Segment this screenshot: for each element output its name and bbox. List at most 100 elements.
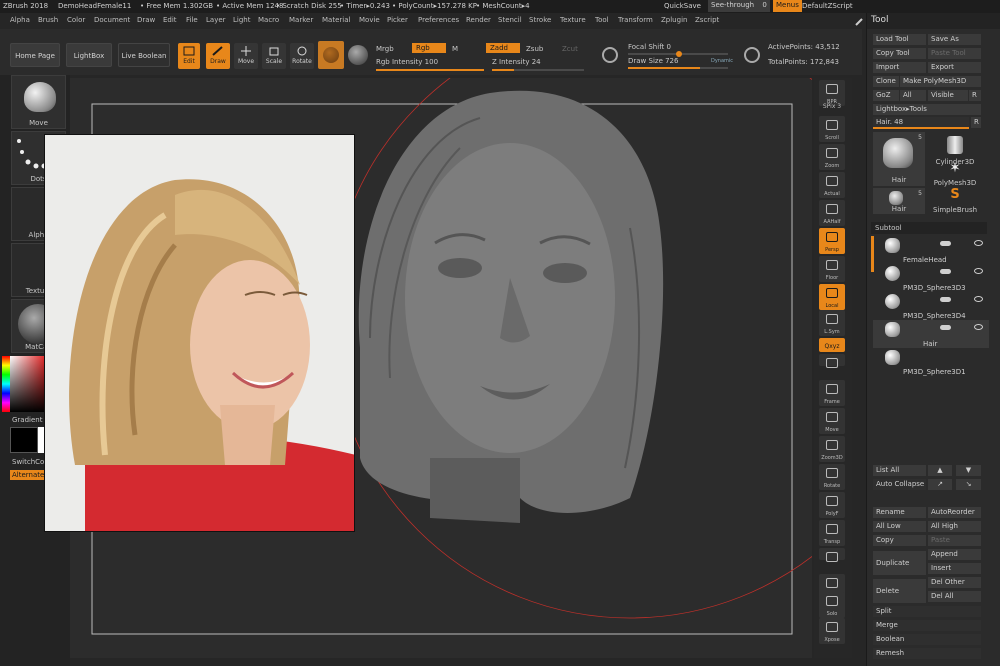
copy-subtool-button[interactable]: Copy	[873, 535, 926, 546]
subtool-toggle[interactable]	[940, 297, 951, 302]
boolean-button[interactable]: Boolean	[873, 634, 981, 645]
gradient-label[interactable]: Gradient	[12, 416, 42, 424]
shelf-rotate-button[interactable]: Rotate	[819, 464, 845, 490]
paste-tool-button[interactable]: Paste Tool	[928, 48, 981, 59]
shelf-qxyz-button[interactable]: Qxyz	[819, 338, 845, 352]
rotate-button[interactable]: Rotate	[290, 43, 314, 69]
lightbox-tools-button[interactable]: Lightbox▸Tools	[873, 104, 981, 115]
shelf-persp-button[interactable]: Persp	[819, 228, 845, 254]
subtool-toggle[interactable]	[940, 325, 951, 330]
tool-palette-header[interactable]: Tool	[855, 13, 1000, 29]
z-intensity-slider[interactable]: Z Intensity 24	[492, 58, 541, 66]
shelf-frame-button[interactable]: Frame	[819, 380, 845, 406]
hair-r-button[interactable]: R	[971, 117, 981, 128]
menu-tool[interactable]: Tool	[595, 16, 609, 24]
shelf-spix-button[interactable]: SPix 3	[819, 98, 845, 112]
tool-thumb-polymesh[interactable]: ✶ PolyMesh3D	[929, 161, 981, 187]
auto-collapse-button[interactable]: Auto Collapse	[873, 479, 926, 490]
move-up-button[interactable]: ▲	[928, 465, 952, 476]
subtool-sphere3d1[interactable]: PM3D_Sphere3D1	[873, 348, 989, 376]
del-all-button[interactable]: Del All	[928, 591, 981, 602]
mrgb-button[interactable]: Mrgb	[376, 45, 394, 53]
default-zscript-button[interactable]: DefaultZScript	[802, 2, 853, 10]
paste-subtool-button[interactable]: Paste	[928, 535, 981, 546]
menu-draw[interactable]: Draw	[137, 16, 155, 24]
menu-texture[interactable]: Texture	[560, 16, 586, 24]
shelf-move-button[interactable]: Move	[819, 408, 845, 434]
move-button[interactable]: Move	[234, 43, 258, 69]
shelf-local-button[interactable]: Local	[819, 284, 845, 310]
dynamic-toggle[interactable]: Dynamic	[711, 58, 733, 64]
rgb-intensity-slider[interactable]: Rgb Intensity 100	[376, 58, 438, 66]
lightbox-button[interactable]: LightBox	[66, 43, 112, 67]
load-tool-button[interactable]: Load Tool	[873, 34, 926, 45]
home-page-button[interactable]: Home Page	[10, 43, 60, 67]
shelf-scroll-button[interactable]: Scroll	[819, 116, 845, 142]
insert-button[interactable]: Insert	[928, 563, 981, 574]
subtool-femalehead[interactable]: FemaleHead	[873, 236, 989, 264]
alternate-button[interactable]: Alternate	[10, 470, 46, 480]
edit-button[interactable]: Edit	[178, 43, 200, 69]
rgb-intensity-track[interactable]	[376, 69, 484, 71]
color-sphere-icon[interactable]	[348, 45, 368, 65]
menu-transform[interactable]: Transform	[618, 16, 653, 24]
subtool-sphere3d4[interactable]: PM3D_Sphere3D4	[873, 292, 989, 320]
menu-stroke[interactable]: Stroke	[529, 16, 551, 24]
menu-material[interactable]: Material	[322, 16, 350, 24]
draw-button[interactable]: Draw	[206, 43, 230, 69]
make-polymesh-button[interactable]: Make PolyMesh3D	[900, 76, 981, 87]
merge-button[interactable]: Merge	[873, 620, 981, 631]
z-intensity-track[interactable]	[492, 69, 584, 71]
goz-button[interactable]: GoZ	[873, 90, 899, 101]
focal-shift-slider[interactable]: Focal Shift 0	[628, 43, 671, 51]
seethrough-slider[interactable]: See-through 0	[708, 0, 770, 12]
shelf-xpose-button[interactable]: Xpose	[819, 618, 845, 644]
scale-button[interactable]: Scale	[262, 43, 286, 69]
draw-size-track[interactable]	[628, 67, 728, 69]
eye-icon[interactable]	[974, 268, 983, 274]
menus-button[interactable]: Menus	[773, 0, 802, 12]
eye-icon[interactable]	[974, 240, 983, 246]
focal-shift-track[interactable]	[628, 51, 728, 57]
duplicate-button[interactable]: Duplicate	[873, 551, 926, 575]
shelf-solo-button[interactable]: Solo	[819, 592, 845, 618]
menu-render[interactable]: Render	[466, 16, 491, 24]
eye-icon[interactable]	[974, 296, 983, 302]
zadd-button[interactable]: Zadd	[486, 43, 520, 53]
move-top-button[interactable]: ↗	[928, 479, 952, 490]
switchcolor-button[interactable]: SwitchCol	[12, 458, 46, 466]
move-down-button[interactable]: ▼	[956, 465, 981, 476]
subtool-header[interactable]: Subtool	[871, 222, 987, 234]
shelf-floor-button[interactable]: Floor	[819, 256, 845, 282]
import-button[interactable]: Import	[873, 62, 926, 73]
move-bottom-button[interactable]: ↘	[956, 479, 981, 490]
menu-picker[interactable]: Picker	[387, 16, 408, 24]
subtool-toggle[interactable]	[940, 269, 951, 274]
shelf-lsym-button[interactable]: L.Sym	[819, 310, 845, 336]
shelf-polyf-button[interactable]: PolyF	[819, 492, 845, 518]
remesh-button[interactable]: Remesh	[873, 648, 981, 659]
brush-thumbnail[interactable]: Move	[11, 75, 66, 129]
rename-button[interactable]: Rename	[873, 507, 926, 518]
shelf-aahalf-button[interactable]: AAHalf	[819, 200, 845, 226]
menu-file[interactable]: File	[186, 16, 198, 24]
delete-button[interactable]: Delete	[873, 579, 926, 603]
shelf-sym-toggle-button[interactable]	[819, 354, 845, 368]
goz-all-button[interactable]: All	[900, 90, 926, 101]
subtool-toggle[interactable]	[940, 241, 951, 246]
shelf-ghost-button[interactable]	[819, 548, 845, 562]
autoreorder-button[interactable]: AutoReorder	[928, 507, 981, 518]
eye-icon[interactable]	[974, 324, 983, 330]
material-swatch[interactable]	[318, 41, 344, 69]
menu-marker[interactable]: Marker	[289, 16, 313, 24]
shelf-transp-button[interactable]: Transp	[819, 520, 845, 546]
quicksave-button[interactable]: QuickSave	[664, 2, 701, 10]
save-as-button[interactable]: Save As	[928, 34, 981, 45]
subtool-hair[interactable]: Hair	[873, 320, 989, 348]
goz-r-button[interactable]: R	[969, 90, 981, 101]
rgb-button[interactable]: Rgb	[412, 43, 446, 53]
hair-tool-track[interactable]	[873, 127, 969, 129]
menu-alpha[interactable]: Alpha	[10, 16, 30, 24]
live-boolean-button[interactable]: Live Boolean	[118, 43, 170, 67]
clone-button[interactable]: Clone	[873, 76, 899, 87]
